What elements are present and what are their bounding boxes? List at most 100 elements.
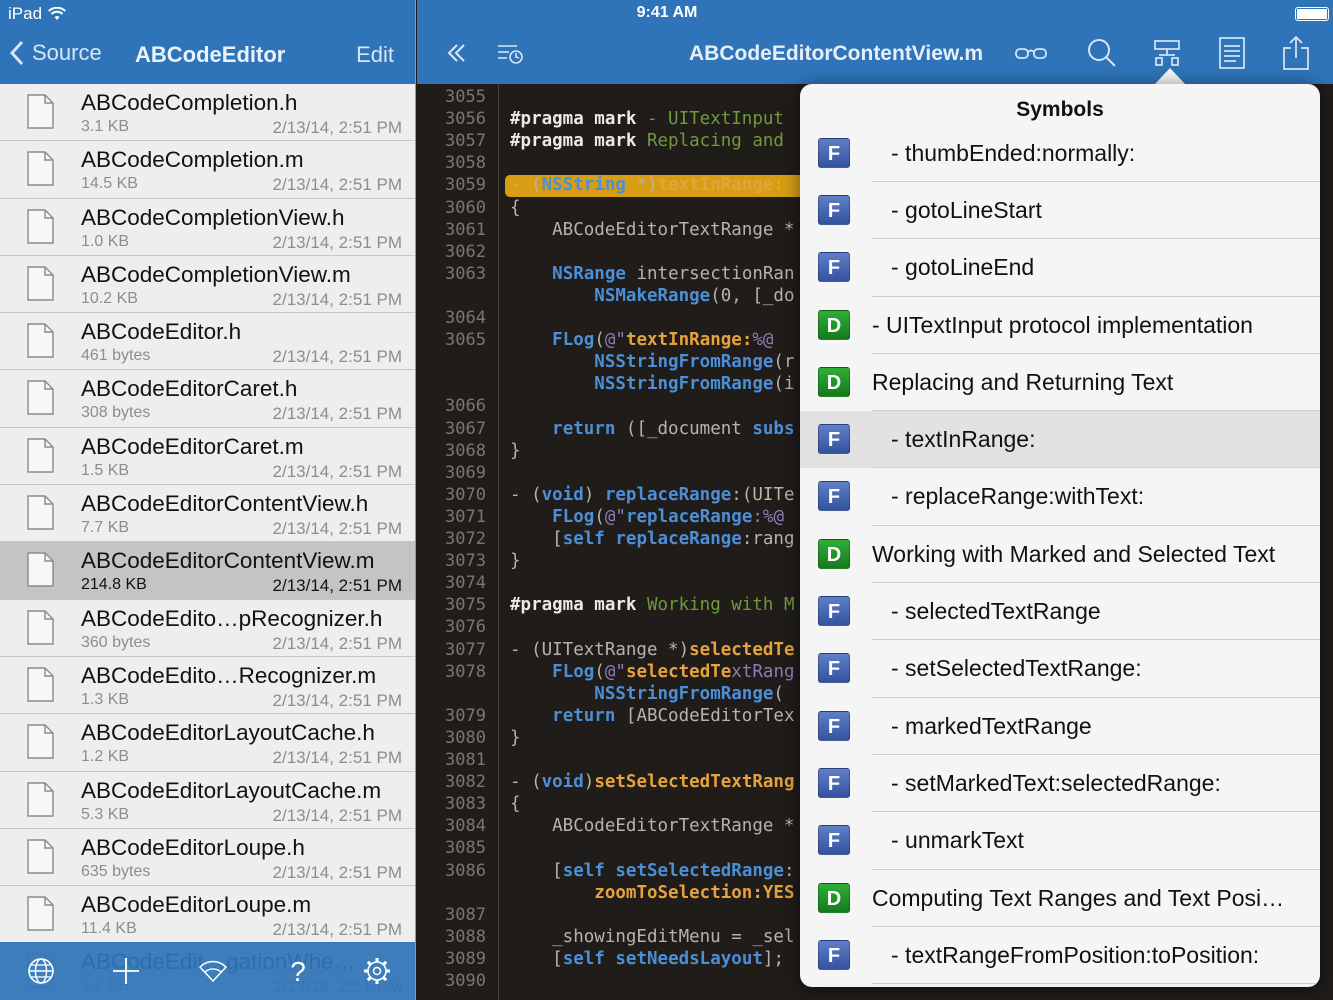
file-row[interactable]: ABCodeEditorContentView.m 214.8 KB 2/13/14… [0, 542, 415, 600]
code-line: #pragma mark Working with M [510, 595, 795, 616]
file-row[interactable]: ABCodeEditorLayoutCache.h 1.2 KB 2/13/14, … [0, 714, 415, 772]
line-number: 3067 [445, 418, 486, 439]
file-row[interactable]: ABCodeEditorContentView.h 7.7 KB 2/13/14, … [0, 485, 415, 543]
code-line: ABCodeEditorTextRange * [510, 816, 795, 837]
line-number: 3074 [445, 573, 486, 594]
symbol-label: Computing Text Ranges and Text Posi… [872, 884, 1285, 911]
file-row[interactable]: ABCodeEditor.h 461 bytes 2/13/14, 2:51 PM [0, 313, 415, 371]
file-row[interactable]: ABCodeEdito…Recognizer.m 1.3 KB 2/13/14, 2… [0, 656, 415, 715]
line-number: 3070 [445, 484, 486, 505]
line-number-gutter: 3055 3056 3057 3058 3059 3060 3061 3062 3063 3064… [417, 84, 499, 1000]
file-date: 2/13/14, 2:51 PM [272, 404, 402, 424]
file-row[interactable]: ABCodeCompletionView.h 1.0 KB 2/13/14, 2:5… [0, 198, 415, 256]
file-name: ABCodeCompletion.m [81, 147, 304, 173]
function-badge-icon: F [818, 596, 850, 627]
file-name: ABCodeEditorLayoutCache.m [81, 777, 382, 803]
popover-title: Symbols [1016, 98, 1104, 121]
file-browser-sidebar: iPad Source ABCodeEditor Edit ABCodeComp… [0, 0, 416, 1000]
line-number: 3090 [445, 971, 486, 991]
line-number: 3066 [445, 396, 486, 417]
edit-button[interactable]: Edit [356, 42, 394, 68]
file-date: 2/13/14, 2:51 PM [272, 862, 402, 882]
file-row[interactable]: ABCodeCompletion.m 14.5 KB 2/13/14, 2:51 P… [0, 141, 415, 199]
wifi-icon[interactable] [198, 956, 228, 986]
symbol-row[interactable]: F - setSelectedTextRange: [800, 640, 1320, 698]
line-number: 3065 [445, 330, 486, 351]
file-row[interactable]: ABCodeCompletionView.m 10.2 KB 2/13/14, 2:… [0, 255, 415, 314]
line-number: 3063 [445, 263, 486, 284]
line-number: 3059 [445, 175, 486, 196]
search-icon[interactable] [1086, 36, 1118, 70]
symbol-row[interactable]: F - setMarkedText:selectedRange: [800, 755, 1320, 813]
file-row[interactable]: ABCodeEditorLoupe.m 11.4 KB 2/13/14, 2:51 … [0, 886, 415, 944]
symbol-row[interactable]: D - UITextInput protocol implementation [800, 297, 1320, 355]
line-number: 3089 [445, 948, 486, 969]
code-line: #pragma mark Replacing and [510, 131, 784, 152]
file-name: ABCodeCompletion.h [81, 90, 298, 115]
line-number: 3084 [445, 816, 486, 837]
file-row[interactable]: ABCodeCompletion.h 3.1 KB 2/13/14, 2:51 PM [0, 84, 415, 142]
file-date: 2/13/14, 2:51 PM [272, 805, 402, 825]
symbol-row[interactable]: F - gotoLineStart [800, 182, 1320, 240]
line-number: 3055 [445, 87, 486, 107]
symbol-row[interactable]: F - replaceRange:withText: [800, 468, 1320, 527]
file-icon [27, 495, 54, 530]
code-line: } [510, 440, 521, 461]
symbol-row[interactable]: F - markedTextRange [800, 698, 1320, 756]
file-date: 2/13/14, 2:51 PM [272, 461, 402, 481]
function-badge-icon: F [818, 138, 850, 168]
line-number: 3062 [445, 241, 486, 262]
file-size: 214.8 KB [81, 576, 147, 594]
file-icon [27, 94, 54, 129]
line-number: 3088 [445, 926, 486, 947]
symbol-row[interactable]: F - unmarkText [800, 812, 1320, 870]
file-size: 10.2 KB [81, 289, 138, 307]
file-row[interactable]: ABCodeEditorCaret.m 1.5 KB 2/13/14, 2:51 P… [0, 427, 415, 486]
line-number: 3060 [445, 197, 486, 218]
file-row[interactable]: ABCodeEdito…pRecognizer.h 360 bytes 2/13/1… [0, 599, 415, 657]
function-badge-icon: F [818, 481, 850, 512]
symbol-row[interactable]: F - selectedTextRange [800, 583, 1320, 641]
outline-icon[interactable] [495, 36, 527, 70]
gear-icon[interactable] [362, 956, 392, 986]
file-icon [27, 380, 54, 416]
back-button[interactable]: Source [10, 40, 102, 66]
symbol-row[interactable]: F - gotoLineEnd [800, 239, 1320, 297]
code-line: NSRange intersectionRan [552, 263, 795, 284]
line-number: 3080 [445, 727, 486, 748]
file-name: ABCodeEditorLoupe.h [81, 834, 305, 860]
file-row[interactable]: ABCodeEditorCaret.h 308 bytes 2/13/14, 2:5… [0, 370, 415, 428]
collapse-icon[interactable] [441, 36, 473, 70]
file-name: ABCodeEditorCaret.m [81, 433, 304, 459]
file-row[interactable]: ABCodeEditorLayoutCache.m 5.3 KB 2/13/14, … [0, 771, 415, 829]
symbol-row[interactable]: D Computing Text Ranges and Text Posi… [800, 870, 1320, 928]
globe-icon[interactable] [26, 956, 56, 986]
code-line: NSStringFromRange(r [594, 352, 795, 373]
line-number: 3071 [445, 506, 486, 527]
symbol-row[interactable]: F - textInRange: [800, 411, 1320, 469]
glasses-icon[interactable] [1013, 36, 1049, 70]
symbol-row[interactable]: F - thumbEnded:normally: [800, 138, 1320, 182]
status-time: 9:41 AM [636, 4, 698, 21]
file-row[interactable]: ABCodeEditorLoupe.h 635 bytes 2/13/14, 2:5… [0, 828, 415, 887]
help-icon[interactable]: ? [283, 956, 313, 986]
code-line: { [510, 794, 521, 815]
symbol-label: - gotoLineStart [891, 197, 1042, 223]
code-line: NSStringFromRange( [594, 683, 784, 704]
file-size: 3.1 KB [81, 118, 130, 135]
file-size: 635 bytes [81, 862, 151, 880]
symbol-label: - setSelectedTextRange: [891, 655, 1142, 682]
code-line: - (NSString *)textInRange: [510, 175, 784, 196]
code-line: { [510, 197, 521, 218]
symbol-label: - textInRange: [891, 426, 1036, 453]
line-number: 3079 [445, 705, 486, 726]
document-icon[interactable] [1216, 36, 1248, 70]
share-icon[interactable] [1280, 36, 1312, 70]
plus-icon[interactable] [111, 956, 141, 986]
symbol-row[interactable]: D Working with Marked and Selected Text [800, 526, 1320, 584]
symbols-icon[interactable] [1151, 36, 1183, 70]
symbol-row[interactable]: F - textRangeFromPosition:toPosition: [800, 927, 1320, 985]
symbol-row[interactable]: D Replacing and Returning Text [800, 354, 1320, 412]
file-size: 7.7 KB [81, 519, 130, 537]
file-list: ABCodeCompletion.h 3.1 KB 2/13/14, 2:51 PM… [0, 84, 415, 1000]
